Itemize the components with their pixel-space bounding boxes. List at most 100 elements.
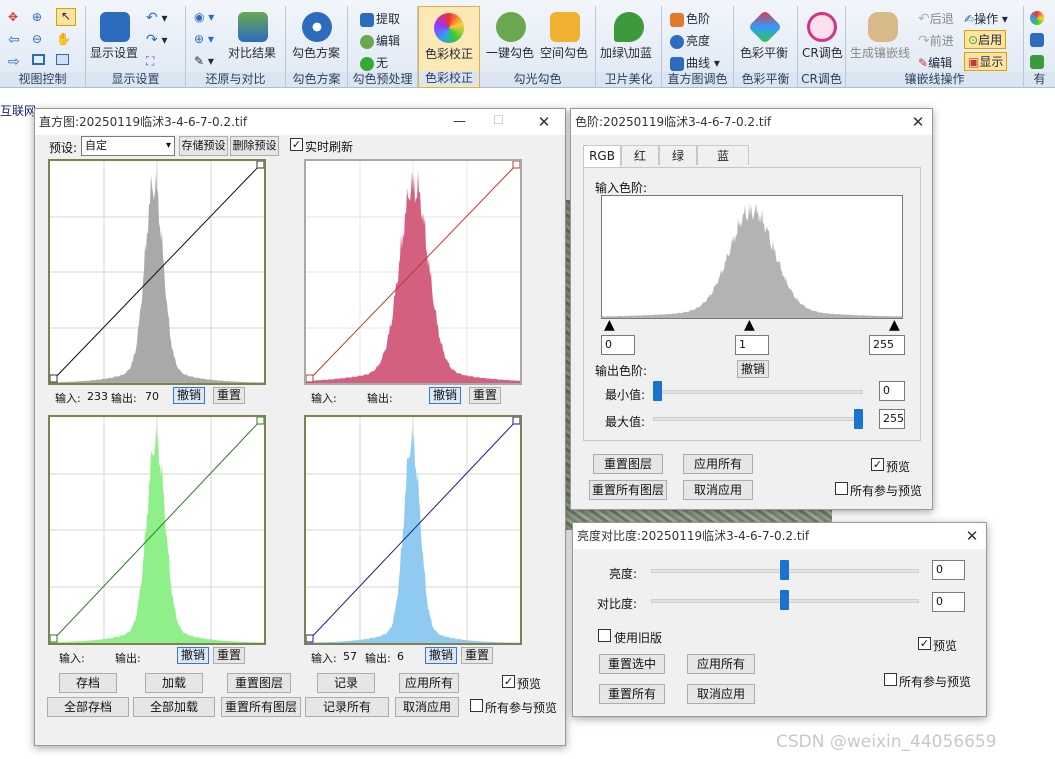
color-balance-button[interactable]: 色彩平衡 [740,44,788,61]
histogram-panel-gray[interactable] [48,159,266,385]
tab-green[interactable]: 绿 [659,145,697,165]
delete-preset-button[interactable]: 删除预设 [230,136,279,156]
preset-select[interactable]: 自定 ▾ [81,136,175,156]
reset-all-button[interactable]: 重置所有 [599,684,665,704]
reset-layer-button[interactable]: 重置图层 [593,454,663,474]
input-gamma-field[interactable]: 1 [735,335,769,355]
brightness-thumb[interactable] [780,560,789,580]
pan-icon[interactable]: ✥ [8,10,18,24]
tab-blue[interactable]: 蓝 [697,145,749,165]
input-black-field[interactable]: 0 [601,335,635,355]
close-icon[interactable]: ✕ [531,109,557,135]
all-preview-checkbox[interactable] [884,673,897,686]
minimize-icon[interactable]: — [453,114,466,129]
forward-view-icon[interactable]: ⇨ [8,54,20,70]
operate-button[interactable]: ✍操作 ▾ [964,10,1008,27]
curve-button[interactable]: 曲线 ▾ [670,54,720,71]
add-icon[interactable]: ⊕ ▾ [194,32,214,46]
forward-button[interactable]: ↷前进 [918,32,954,49]
cr-adjust-button[interactable]: CR调色 [802,44,843,61]
red-undo-button[interactable]: 撤销 [429,387,461,404]
show-button[interactable]: ▣显示 [964,52,1008,71]
brightness-button[interactable]: 亮度 [670,32,710,49]
zoom-in-icon[interactable]: ⊕ [32,10,42,24]
fit-icon[interactable]: ⛶ [146,54,154,69]
max-value-thumb[interactable] [854,409,863,429]
redo-icon[interactable]: ↷ ▾ [146,32,168,48]
histogram-panel-green[interactable] [48,415,266,645]
histogram-panel-red[interactable] [304,159,522,385]
undo-icon[interactable]: ↶ ▾ [146,10,168,26]
apply-all-button[interactable]: 应用所有 [687,654,755,674]
back-view-icon[interactable]: ⇦ [8,32,20,48]
gray-reset-button[interactable]: 重置 [213,387,245,404]
display-settings-button[interactable]: 显示设置 [90,44,138,61]
histogram-panel-blue[interactable] [304,415,522,645]
extract-button[interactable]: 提取 [360,10,400,27]
globe-icon[interactable]: ◉ ▾ [194,10,214,24]
reset-all-layers-button[interactable]: 重置所有图层 [589,480,667,500]
color-scheme-button[interactable]: 勾色方案 [292,44,340,61]
gray-undo-button[interactable]: 撤销 [173,387,205,404]
blue-reset-button[interactable]: 重置 [461,647,493,664]
legacy-checkbox[interactable] [598,629,611,642]
window-icon[interactable] [56,54,69,65]
tab-rgb[interactable]: RGB [583,145,621,167]
realtime-checkbox[interactable]: ✓ [290,138,303,151]
full-extent-icon[interactable] [32,54,45,65]
gamma-slider[interactable]: ▲ [744,317,755,333]
tool-icon-a[interactable] [1030,10,1046,25]
brush-icon[interactable]: ✎ ▾ [194,54,214,68]
save-all-button[interactable]: 全部存档 [47,697,129,717]
save-button[interactable]: 存档 [59,673,117,693]
black-point-slider[interactable]: ▲ [604,317,615,333]
apply-all-button[interactable]: 应用所有 [399,673,459,693]
zoom-out-icon[interactable]: ⊖ [32,32,42,46]
contrast-thumb[interactable] [780,590,789,610]
green-reset-button[interactable]: 重置 [213,647,245,664]
max-value-field[interactable]: 255 [879,409,905,429]
all-preview-checkbox[interactable] [470,699,483,712]
reset-layer-button[interactable]: 重置图层 [227,673,291,693]
none-button[interactable]: 无 [360,54,388,71]
cancel-apply-button[interactable]: 取消应用 [683,480,753,500]
levels-undo-button[interactable]: 撤销 [737,360,769,378]
gen-mosaic-button[interactable]: 生成镶嵌线 [850,44,910,61]
enable-button[interactable]: ⊙启用 [964,30,1007,49]
cancel-apply-button[interactable]: 取消应用 [687,684,755,704]
tab-red[interactable]: 红 [621,145,659,165]
contrast-field[interactable]: 0 [932,592,965,612]
blue-undo-button[interactable]: 撤销 [425,647,457,664]
mosaic-edit-button[interactable]: ✎编辑 [918,54,952,71]
reset-selected-button[interactable]: 重置选中 [599,654,665,674]
all-preview-checkbox[interactable] [835,482,848,495]
cancel-apply-button[interactable]: 取消应用 [395,697,459,717]
hand-icon[interactable]: ✋ [56,32,71,46]
min-value-field[interactable]: 0 [879,381,905,401]
brightness-field[interactable]: 0 [932,560,965,580]
close-icon[interactable]: ✕ [959,523,985,549]
load-button[interactable]: 加载 [145,673,203,693]
compare-result-button[interactable]: 对比结果 [228,44,276,61]
white-point-slider[interactable]: ▲ [889,317,900,333]
save-preset-button[interactable]: 存储预设 [179,136,228,156]
back-button[interactable]: ↶后退 [918,10,954,27]
record-all-button[interactable]: 记录所有 [305,697,389,717]
red-reset-button[interactable]: 重置 [469,387,501,404]
reset-all-layers-button[interactable]: 重置所有图层 [221,697,301,717]
min-value-track[interactable] [653,390,863,394]
green-blue-button[interactable]: 加绿\加蓝 [600,44,652,61]
green-undo-button[interactable]: 撤销 [177,647,209,664]
apply-all-button[interactable]: 应用所有 [683,454,753,474]
close-icon[interactable]: ✕ [905,109,931,135]
tool-icon-b[interactable] [1030,32,1046,47]
preview-checkbox[interactable]: ✓ [502,675,515,688]
input-white-field[interactable]: 255 [869,335,905,355]
record-button[interactable]: 记录 [317,673,375,693]
preview-checkbox[interactable]: ✓ [871,458,884,471]
max-value-track[interactable] [653,417,863,421]
load-all-button[interactable]: 全部加载 [133,697,215,717]
edit-button[interactable]: 编辑 [360,32,400,49]
tool-icon-c[interactable] [1030,54,1046,69]
preview-checkbox[interactable]: ✓ [918,637,931,650]
